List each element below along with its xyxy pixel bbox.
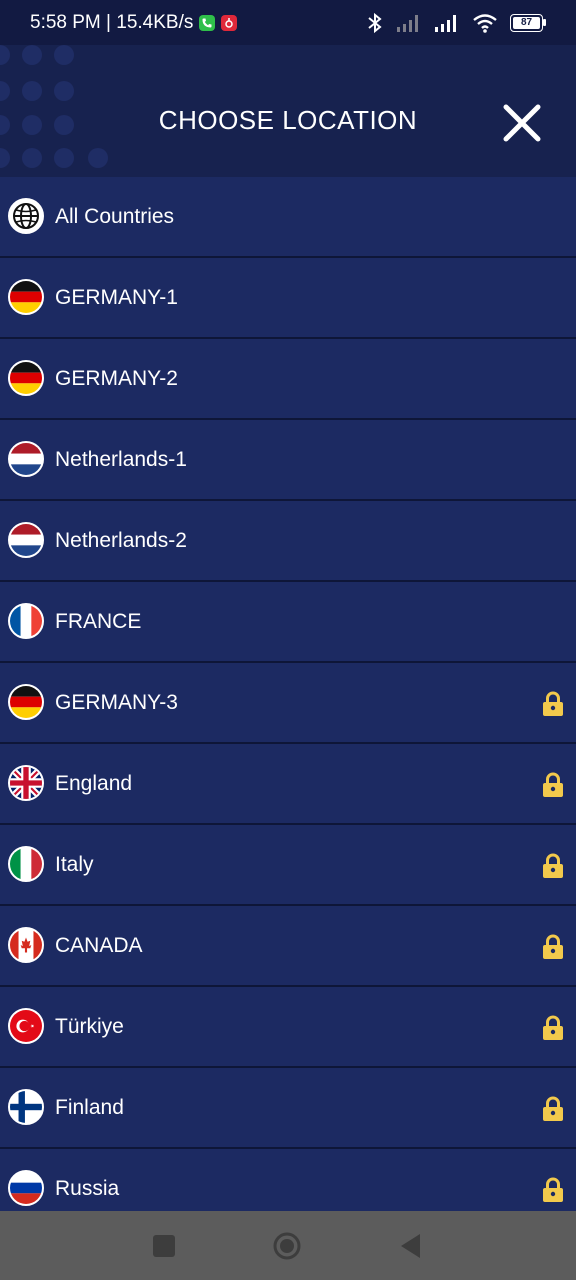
status-right: 87 <box>366 0 546 45</box>
location-label: GERMANY-3 <box>55 690 178 714</box>
status-time-speed: 5:58 PM | 15.4KB/s <box>30 11 194 33</box>
canada-flag-icon <box>8 927 44 963</box>
finland-flag-icon <box>8 1089 44 1125</box>
russia-flag-icon <box>8 1170 44 1206</box>
globe-icon <box>8 198 44 234</box>
location-label: Türkiye <box>55 1014 124 1038</box>
bluetooth-icon <box>368 12 382 33</box>
turkey-flag-icon <box>8 1008 44 1044</box>
lock-icon <box>543 772 563 797</box>
location-item-canada[interactable]: CANADA <box>0 906 576 987</box>
location-label: Russia <box>55 1176 120 1200</box>
back-button[interactable] <box>396 1231 426 1261</box>
location-label: GERMANY-1 <box>55 285 178 309</box>
battery-icon: 87 <box>510 13 546 32</box>
location-item-italy[interactable]: Italy <box>0 825 576 906</box>
location-item-germany-1[interactable]: GERMANY-1 <box>0 258 576 339</box>
notification-app-icon <box>221 14 238 31</box>
recents-icon <box>153 1235 175 1257</box>
back-icon <box>401 1234 420 1258</box>
location-item-netherlands-2[interactable]: Netherlands-2 <box>0 501 576 582</box>
location-item-germany-2[interactable]: GERMANY-2 <box>0 339 576 420</box>
close-button[interactable] <box>502 103 542 143</box>
wifi-icon <box>473 13 497 33</box>
location-label: England <box>55 771 133 795</box>
phone-call-icon <box>199 14 216 31</box>
location-label: GERMANY-2 <box>55 366 178 390</box>
lock-icon <box>543 1096 563 1121</box>
location-label: CANADA <box>55 933 143 957</box>
header: CHOOSE LOCATION <box>0 45 576 177</box>
lock-icon <box>543 1177 563 1202</box>
location-item-russia[interactable]: Russia <box>0 1149 576 1211</box>
signal-weak-icon <box>397 14 418 32</box>
location-item-turkiye[interactable]: Türkiye <box>0 987 576 1068</box>
location-label: Finland <box>55 1095 124 1119</box>
battery-level: 87 <box>513 16 540 29</box>
location-label: Italy <box>55 852 94 876</box>
home-button[interactable] <box>272 1231 302 1261</box>
status-bar: 5:58 PM | 15.4KB/s 87 <box>0 0 576 45</box>
close-icon <box>503 104 541 142</box>
signal-strong-icon <box>435 14 456 32</box>
lock-icon <box>543 934 563 959</box>
status-left: 5:58 PM | 15.4KB/s <box>30 0 238 45</box>
recents-button[interactable] <box>149 1231 179 1261</box>
location-item-finland[interactable]: Finland <box>0 1068 576 1149</box>
italy-flag-icon <box>8 846 44 882</box>
location-item-all-countries[interactable]: All Countries <box>0 177 576 258</box>
lock-icon <box>543 853 563 878</box>
location-list: All Countries GERMANY-1 GERMANY-2 Nether… <box>0 177 576 1211</box>
home-icon <box>273 1232 301 1260</box>
location-item-england[interactable]: England <box>0 744 576 825</box>
location-item-france[interactable]: FRANCE <box>0 582 576 663</box>
navigation-bar <box>0 1211 576 1280</box>
location-item-germany-3[interactable]: GERMANY-3 <box>0 663 576 744</box>
netherlands-flag-icon <box>8 522 44 558</box>
page-title: CHOOSE LOCATION <box>158 104 418 135</box>
location-item-netherlands-1[interactable]: Netherlands-1 <box>0 420 576 501</box>
lock-icon <box>543 1015 563 1040</box>
germany-flag-icon <box>8 684 44 720</box>
location-label: FRANCE <box>55 609 142 633</box>
uk-flag-icon <box>8 765 44 801</box>
france-flag-icon <box>8 603 44 639</box>
location-label: All Countries <box>55 204 175 228</box>
lock-icon <box>543 691 563 716</box>
germany-flag-icon <box>8 360 44 396</box>
location-label: Netherlands-1 <box>55 447 187 471</box>
germany-flag-icon <box>8 279 44 315</box>
location-label: Netherlands-2 <box>55 528 187 552</box>
netherlands-flag-icon <box>8 441 44 477</box>
